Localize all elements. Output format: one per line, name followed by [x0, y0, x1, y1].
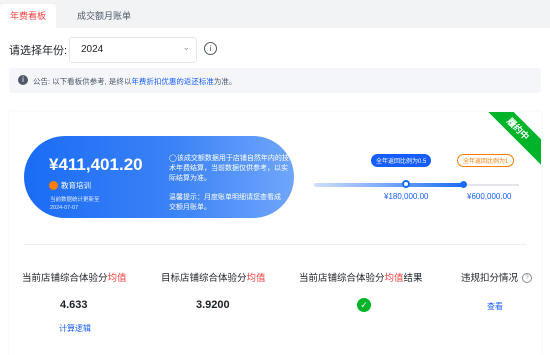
check-icon: ✓: [357, 298, 371, 312]
tier1-tooltip: 全年返回比例为0.5: [371, 154, 432, 167]
sales-amount-pill: ¥411,401.20 教育培训 当前数据统计更新至 2024-07-07 ◯该成…: [24, 136, 294, 218]
monthly-bill-tip: 温馨提示：月度账单明细请您查看成交额月账单。: [169, 194, 281, 211]
notice-info-icon: i: [18, 75, 28, 85]
calc-logic-link[interactable]: 计算逻辑: [59, 323, 91, 334]
tier2-tooltip: 全年返回比例为1: [457, 154, 515, 167]
tier2-amount: ¥600,000.00: [467, 192, 512, 201]
update-time: 当前数据统计更新至 2024-07-07: [50, 197, 100, 211]
tab-bar: 年费看板 成交额月账单: [0, 0, 550, 28]
view-violations-link[interactable]: 查看: [487, 301, 503, 312]
tier-marker: [460, 181, 467, 188]
settlement-note: ◯该成交额数据用于店铺自然年内的技术年费结算，当前数据仅供参考，以实际结算为准。: [169, 155, 289, 182]
tab-monthly-bill[interactable]: 成交额月账单: [64, 4, 144, 28]
progress-track-filled: [314, 183, 464, 187]
category-icon: [49, 181, 58, 190]
year-label: 请选择年份:: [9, 45, 68, 57]
info-circle-icon[interactable]: i: [204, 42, 217, 55]
notice-link[interactable]: 年费折扣优惠的返还标准: [131, 77, 214, 86]
tab-annual-fee-board[interactable]: 年费看板: [0, 4, 56, 28]
main-panel: 请选择年份: 2024 ⌄ i i 公告: 以下看板供参考, 是终以年费折扣优惠…: [0, 28, 550, 355]
target-score-value: 3.9200: [196, 299, 230, 311]
tier1-amount: ¥180,000.00: [384, 192, 429, 201]
progress-slider: [314, 180, 529, 188]
year-select[interactable]: 2024 ⌄: [69, 37, 197, 63]
current-score-label: 当前店铺综合体验分均值: [22, 273, 127, 284]
sales-amount: ¥411,401.20: [49, 155, 143, 174]
category-badge: 教育培训: [49, 180, 91, 191]
question-icon[interactable]: ?: [522, 273, 532, 283]
progress-track-empty: [464, 184, 519, 186]
chevron-down-icon: ⌄: [182, 42, 190, 52]
target-score-label: 目标店铺综合体验分均值: [161, 273, 266, 284]
notice-banner: i 公告: 以下看板供参考, 是终以年费折扣优惠的返还标准为准。: [9, 68, 541, 93]
progress-knob: [402, 180, 410, 188]
score-result-label: 当前店铺综合体验分均值结果: [299, 273, 423, 284]
violation-label: 违规扣分情况: [461, 273, 519, 284]
notice-text: 公告: 以下看板供参考, 是终以年费折扣优惠的返还标准为准。: [33, 77, 237, 86]
year-selector-row: 请选择年份: 2024 ⌄ i: [9, 37, 309, 63]
year-select-value: 2024: [81, 44, 104, 55]
divider: [24, 244, 526, 245]
current-score-value: 4.633: [60, 299, 88, 311]
annual-fee-card: 履约中 ¥411,401.20 教育培训 当前数据统计更新至 2024-07-07…: [9, 112, 541, 355]
